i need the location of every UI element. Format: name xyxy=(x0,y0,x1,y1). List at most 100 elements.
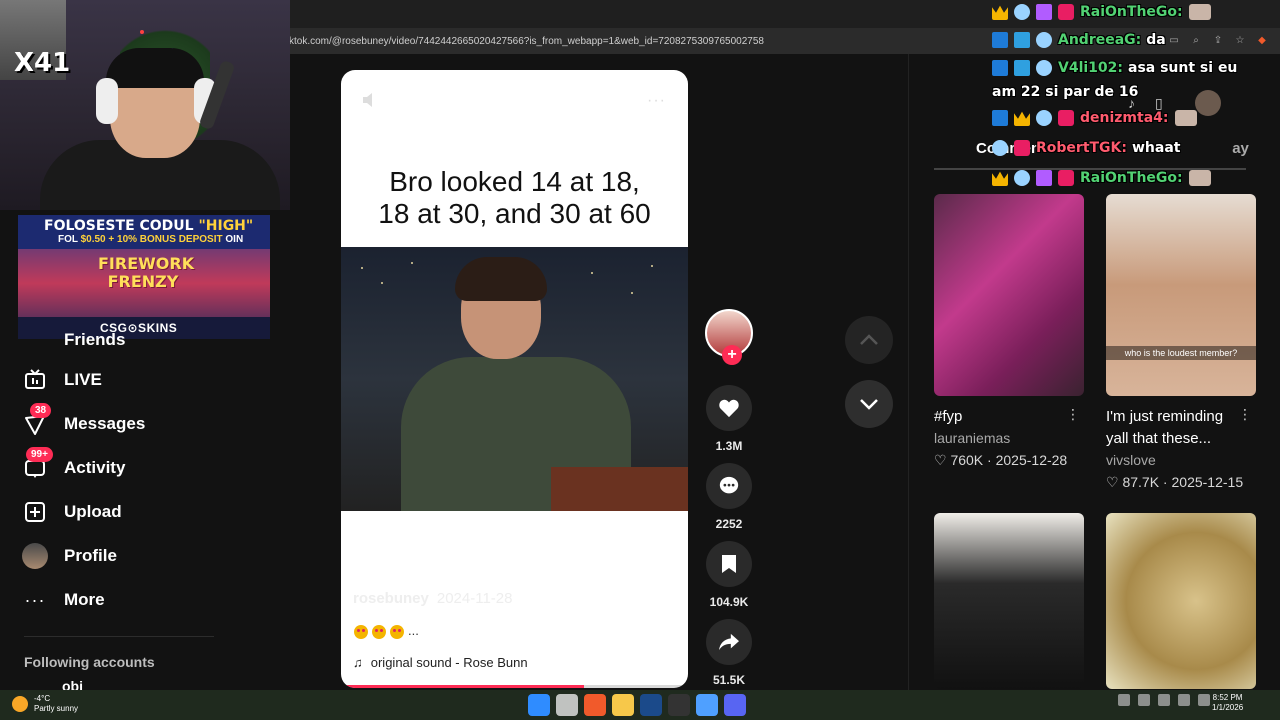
video-card[interactable]: #fyp lauraniemas ♡ 760K · 2025-12-28 ⋮ xyxy=(934,194,1084,469)
live-tv-icon xyxy=(22,367,48,393)
video-card-thumbnail[interactable] xyxy=(934,513,1084,689)
sidebar-item-profile[interactable]: Profile xyxy=(22,541,117,571)
comment-action[interactable]: 2252 xyxy=(705,463,753,531)
bot-badge-icon xyxy=(1036,110,1052,126)
video-author[interactable]: rosebuney xyxy=(353,590,429,607)
steam-icon[interactable] xyxy=(640,694,662,716)
clock-time: 8:52 PM xyxy=(1212,693,1243,702)
sidebar-item-label: Activity xyxy=(64,458,126,477)
sidebar-item-activity[interactable]: 99+ Activity xyxy=(22,447,126,483)
video-card-title[interactable]: I'm just reminding yall that these... xyxy=(1106,406,1256,450)
network-icon[interactable] xyxy=(1178,694,1190,706)
video-card-menu-icon[interactable]: ⋮ xyxy=(1066,406,1080,423)
video-sound[interactable]: ♫ original sound - Rose Bunn xyxy=(353,655,528,670)
brave-shield-icon[interactable]: ◆ xyxy=(1256,35,1268,47)
sidebar-item-label: LIVE xyxy=(64,370,102,389)
chat-username[interactable]: denizmta4: xyxy=(1080,110,1169,126)
notepad-icon[interactable] xyxy=(696,694,718,716)
red-badge-icon xyxy=(1014,140,1030,156)
sidebar-item-label: Upload xyxy=(64,502,122,521)
video-frame xyxy=(341,247,688,511)
file-explorer-icon[interactable] xyxy=(612,694,634,716)
brave-browser-icon[interactable] xyxy=(584,694,606,716)
video-card[interactable]: who is the loudest member? I'm just remi… xyxy=(1106,194,1256,491)
taskbar-clock[interactable]: 8:52 PM 1/1/2026 xyxy=(1212,693,1243,713)
sidebar-item-more[interactable]: ··· More xyxy=(22,585,105,615)
sidebar-item-friends-partial[interactable]: Friends xyxy=(64,330,125,350)
comment-button[interactable] xyxy=(706,463,752,509)
chat-username[interactable]: V4li102: xyxy=(1058,60,1123,76)
url-text[interactable]: ktok.com/@rosebuney/video/74424426650204… xyxy=(285,36,764,47)
video-sound-label: original sound - Rose Bunn xyxy=(370,655,528,670)
sidebar-item-live[interactable]: LIVE xyxy=(22,365,102,395)
chat-username[interactable]: RaiOnTheGo: xyxy=(1080,4,1183,20)
bot-badge-icon xyxy=(1036,60,1052,76)
header-avatar[interactable] xyxy=(1194,90,1221,116)
sidebar-item-upload[interactable]: Upload xyxy=(22,497,122,527)
chevron-up-icon xyxy=(860,334,878,345)
heart-outline-icon: ♡ xyxy=(934,452,947,468)
share-icon[interactable]: ⇪ xyxy=(1212,35,1224,47)
bookmark-icon[interactable]: ☆ xyxy=(1234,35,1246,47)
city-light xyxy=(651,265,653,267)
chat-username[interactable]: AndreeaG: xyxy=(1058,32,1141,48)
tab-creator-videos-partial[interactable]: ay xyxy=(1232,140,1249,157)
gift-badge-icon xyxy=(1036,170,1052,186)
video-card-author[interactable]: lauraniemas xyxy=(934,430,1084,446)
chat-username[interactable]: RobertTGK: xyxy=(1036,140,1127,156)
video-card-author[interactable]: vivslove xyxy=(1106,452,1256,468)
video-card-thumbnail[interactable] xyxy=(934,194,1084,396)
clock-date: 1/1/2026 xyxy=(1212,703,1244,712)
save-action[interactable]: 104.9K xyxy=(705,541,753,609)
like-action[interactable]: 1.3M xyxy=(705,385,753,453)
task-view-icon[interactable] xyxy=(556,694,578,716)
creator-avatar[interactable]: + xyxy=(705,309,753,365)
zoom-icon[interactable]: ⌕ xyxy=(1190,35,1202,47)
video-card-thumbnail[interactable] xyxy=(1106,513,1256,689)
save-button[interactable] xyxy=(706,541,752,587)
creator-avatar-action[interactable]: + xyxy=(705,309,753,365)
messages-badge: 38 xyxy=(30,403,52,418)
share-button[interactable] xyxy=(706,619,752,665)
city-light xyxy=(631,292,633,294)
tray-chevron-icon[interactable] xyxy=(1118,694,1130,706)
share-action[interactable]: 51.5K xyxy=(705,619,753,687)
volume-icon[interactable] xyxy=(361,92,381,110)
discord-icon[interactable] xyxy=(724,694,746,716)
sidebar-item-messages[interactable]: 38 Messages xyxy=(22,403,145,439)
tree-light xyxy=(140,30,144,34)
follow-plus-icon[interactable]: + xyxy=(722,345,742,365)
city-light xyxy=(591,272,593,274)
chat-username[interactable]: RaiOnTheGo: xyxy=(1080,170,1183,186)
comment-count: 2252 xyxy=(715,517,743,531)
video-card-meta: ♡ 760K · 2025-12-28 xyxy=(934,452,1068,468)
video-card-title[interactable]: #fyp xyxy=(934,406,1084,428)
video-card-thumbnail[interactable]: who is the loudest member? xyxy=(1106,194,1256,396)
video-card[interactable] xyxy=(934,513,1084,689)
battery-icon[interactable] xyxy=(1198,694,1210,706)
reader-icon[interactable]: ▭ xyxy=(1168,35,1180,47)
start-icon[interactable] xyxy=(528,694,550,716)
previous-video-button[interactable] xyxy=(845,316,893,364)
tray-app-icon[interactable] xyxy=(1138,694,1150,706)
chat-message-text: am 22 si par de 16 xyxy=(992,84,1139,100)
video-card[interactable] xyxy=(1106,513,1256,689)
bot-badge-icon xyxy=(1014,4,1030,20)
crown-badge-icon xyxy=(992,5,1008,20)
sub-badge-icon xyxy=(1014,60,1030,76)
heart-icon xyxy=(719,399,739,418)
sidebar-nav: Friends LIVE 38 Messages 99+ Activity Up… xyxy=(0,330,285,694)
weather-widget[interactable]: -4°C Partly sunny xyxy=(12,694,78,714)
city-light xyxy=(411,262,413,264)
obs-icon[interactable] xyxy=(668,694,690,716)
video-more-icon[interactable]: ··· xyxy=(647,92,666,110)
video-progress-bar[interactable] xyxy=(341,685,688,688)
guest-hair xyxy=(455,257,547,301)
phone-icon[interactable]: ▯ xyxy=(1155,95,1163,112)
heart-eyes-emoji-icon xyxy=(354,624,368,639)
volume-tray-icon[interactable] xyxy=(1158,694,1170,706)
next-video-button[interactable] xyxy=(845,380,893,428)
video-player[interactable]: ··· Bro looked 14 at 18, 18 at 30, and 3… xyxy=(341,70,688,688)
video-card-menu-icon[interactable]: ⋮ xyxy=(1238,406,1252,423)
like-button[interactable] xyxy=(706,385,752,431)
